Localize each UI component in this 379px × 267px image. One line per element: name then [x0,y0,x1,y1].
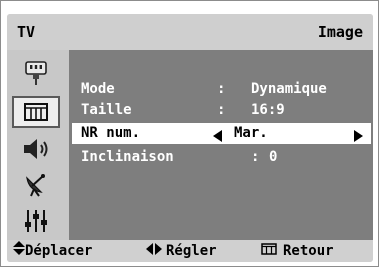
row-value: 0 [269,149,278,165]
row-colon: : [217,102,226,118]
hint-adjust: Régler [146,240,217,262]
antenna-plug-icon[interactable] [15,58,57,88]
up-down-arrows-icon [13,240,25,262]
hint-adjust-label: Régler [166,243,217,259]
help-bar: Déplacer Régler Retour [7,240,373,262]
arrow-right-icon[interactable] [354,128,363,149]
tv-tab[interactable]: TV [17,14,61,50]
screen-frame: TV Image Mode: Dynamique Taille: 16:9 … [0,0,379,267]
title-bar: TV Image [7,14,373,50]
hint-back-label: Retour [283,243,334,259]
menu-row-inclinaison[interactable]: Inclinaison : 0 [69,147,373,168]
menu-row-nr-num[interactable]: NR num. Mar. [72,123,371,144]
menu-panel: Mode : Dynamique Taille : 16:9 NR num. M… [69,50,373,240]
row-label: Inclinaison [81,149,174,165]
arrow-left-icon[interactable] [213,128,222,149]
picture-icon[interactable] [12,96,60,128]
osd-menu: TV Image Mode: Dynamique Taille: 16:9 … [7,14,373,262]
row-colon: : [217,81,226,97]
row-value: Mar. [234,125,268,141]
hint-back: Retour [261,240,334,262]
left-right-arrows-icon [146,240,162,262]
menu-row-taille[interactable]: Taille : 16:9 [69,100,373,121]
row-label: NR num. [81,125,141,141]
sliders-icon[interactable] [15,206,57,236]
hint-move: Déplacer [13,240,92,262]
hint-move-label: Déplacer [25,243,93,259]
page-title: Image [317,23,363,41]
sidebar [7,50,69,240]
menu-row-mode[interactable]: Mode : Dynamique [69,79,373,100]
menu-button-icon [261,240,277,262]
speaker-icon[interactable] [15,134,57,164]
row-label: Mode [81,81,115,97]
row-value: 16:9 [251,102,285,118]
satellite-dish-icon[interactable] [15,170,57,200]
row-label: Taille [81,102,132,118]
row-value: Dynamique [251,81,327,97]
row-colon: : [251,149,260,165]
